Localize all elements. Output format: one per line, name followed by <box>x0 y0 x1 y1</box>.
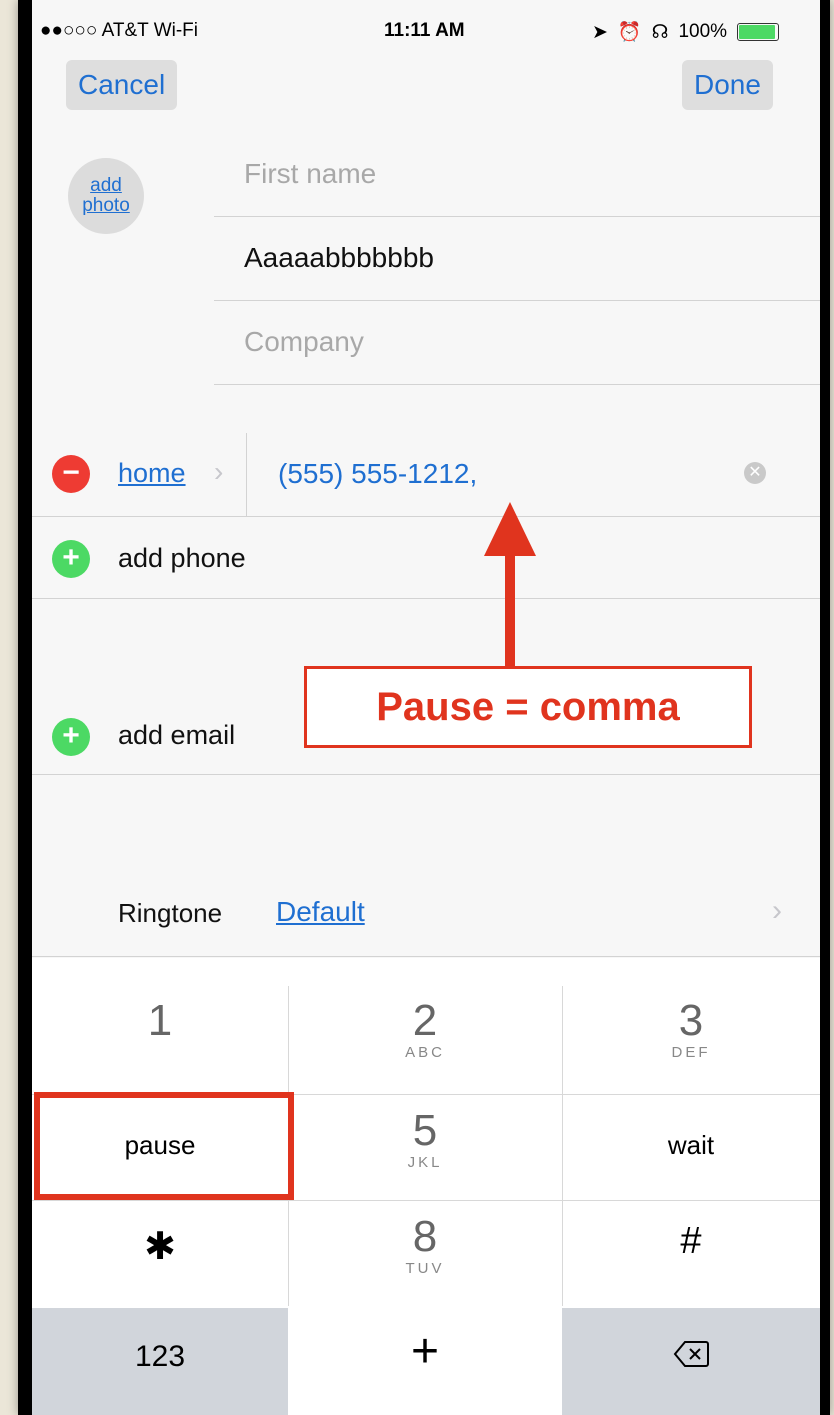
key-8-letters: TUV <box>405 1260 445 1277</box>
add-phone-separator <box>32 598 820 599</box>
key-8-number: 8 <box>412 1212 438 1261</box>
phone-divider <box>246 433 247 517</box>
first-name-field[interactable]: First name <box>214 132 820 217</box>
screen: ●●○○○ AT&T Wi-Fi 11:11 AM ➤ ⏰ ☊ 100% Can… <box>32 0 820 1415</box>
chevron-right-icon: › <box>214 456 224 487</box>
remove-phone-button[interactable]: − <box>52 455 90 493</box>
add-phone-icon[interactable]: + <box>52 540 90 578</box>
ringtone-label: Ringtone <box>118 898 223 928</box>
add-photo-label-line1: add <box>90 175 122 196</box>
key-1-number: 1 <box>147 996 173 1045</box>
ringtone-separator <box>32 956 820 957</box>
alarm-icon: ⏰ <box>617 22 642 43</box>
ringtone-chevron-icon[interactable]: › <box>772 894 782 928</box>
headphones-icon: ☊ <box>651 21 669 43</box>
add-email-icon[interactable]: + <box>52 718 90 756</box>
status-bar: ●●○○○ AT&T Wi-Fi 11:11 AM ➤ ⏰ ☊ 100% <box>32 0 820 56</box>
status-right: ➤ ⏰ ☊ 100% <box>592 20 780 44</box>
key-2-number: 2 <box>412 996 438 1045</box>
done-button[interactable]: Done <box>682 60 773 110</box>
key-5[interactable]: 5 JKL <box>288 1108 562 1200</box>
wait-key[interactable]: wait <box>562 1130 820 1170</box>
clear-text-icon[interactable]: ✕ <box>744 462 766 484</box>
add-phone-button[interactable]: add phone <box>118 543 246 574</box>
company-placeholder: Company <box>244 326 364 357</box>
last-name-field[interactable]: Aaaaabbbbbbb <box>214 216 820 301</box>
carrier-text: ●●○○○ AT&T Wi-Fi <box>40 20 199 41</box>
last-name-value: Aaaaabbbbbbb <box>244 242 434 273</box>
battery-icon <box>737 23 780 41</box>
phone-keypad: 1 2 ABC 3 DEF pause 5 JKL wait ✱ 8 TUV #… <box>32 958 820 1415</box>
status-time: 11:11 AM <box>384 20 465 41</box>
phone-label-home[interactable]: home <box>118 458 186 489</box>
pause-highlight-box <box>34 1092 294 1200</box>
key-5-number: 5 <box>412 1106 438 1155</box>
delete-key[interactable] <box>562 1340 820 1380</box>
keypad-row-line-2 <box>32 1200 820 1201</box>
key-2[interactable]: 2 ABC <box>288 998 562 1094</box>
cancel-button[interactable]: Cancel <box>66 60 178 110</box>
key-1[interactable]: 1 <box>32 998 288 1094</box>
add-photo-button[interactable]: add photo <box>68 158 144 234</box>
location-icon: ➤ <box>592 21 608 43</box>
key-2-letters: ABC <box>405 1044 445 1061</box>
backspace-icon <box>673 1341 709 1367</box>
key-3[interactable]: 3 DEF <box>562 998 820 1094</box>
battery-percent: 100% <box>678 21 728 42</box>
hash-key[interactable]: # <box>562 1220 820 1280</box>
add-email-separator <box>32 774 820 775</box>
key-3-letters: DEF <box>671 1044 711 1061</box>
plus-key[interactable]: + <box>288 1324 562 1384</box>
phone-row-separator <box>32 516 820 517</box>
mode-key[interactable]: 123 <box>32 1340 288 1380</box>
key-3-number: 3 <box>678 996 704 1045</box>
ringtone-value[interactable]: Default <box>276 896 365 928</box>
key-8[interactable]: 8 TUV <box>288 1214 562 1306</box>
star-key[interactable]: ✱ <box>32 1224 288 1284</box>
first-name-placeholder: First name <box>244 158 377 189</box>
key-5-letters: JKL <box>407 1154 443 1171</box>
annotation-arrow-icon <box>484 502 536 668</box>
add-email-button[interactable]: add email <box>118 720 235 751</box>
annotation-label: Pause = comma <box>304 666 752 748</box>
company-field[interactable]: Company <box>214 300 820 385</box>
phone-number-input[interactable]: (555) 555-1212, <box>278 458 477 490</box>
add-photo-label-line2: photo <box>82 195 130 216</box>
